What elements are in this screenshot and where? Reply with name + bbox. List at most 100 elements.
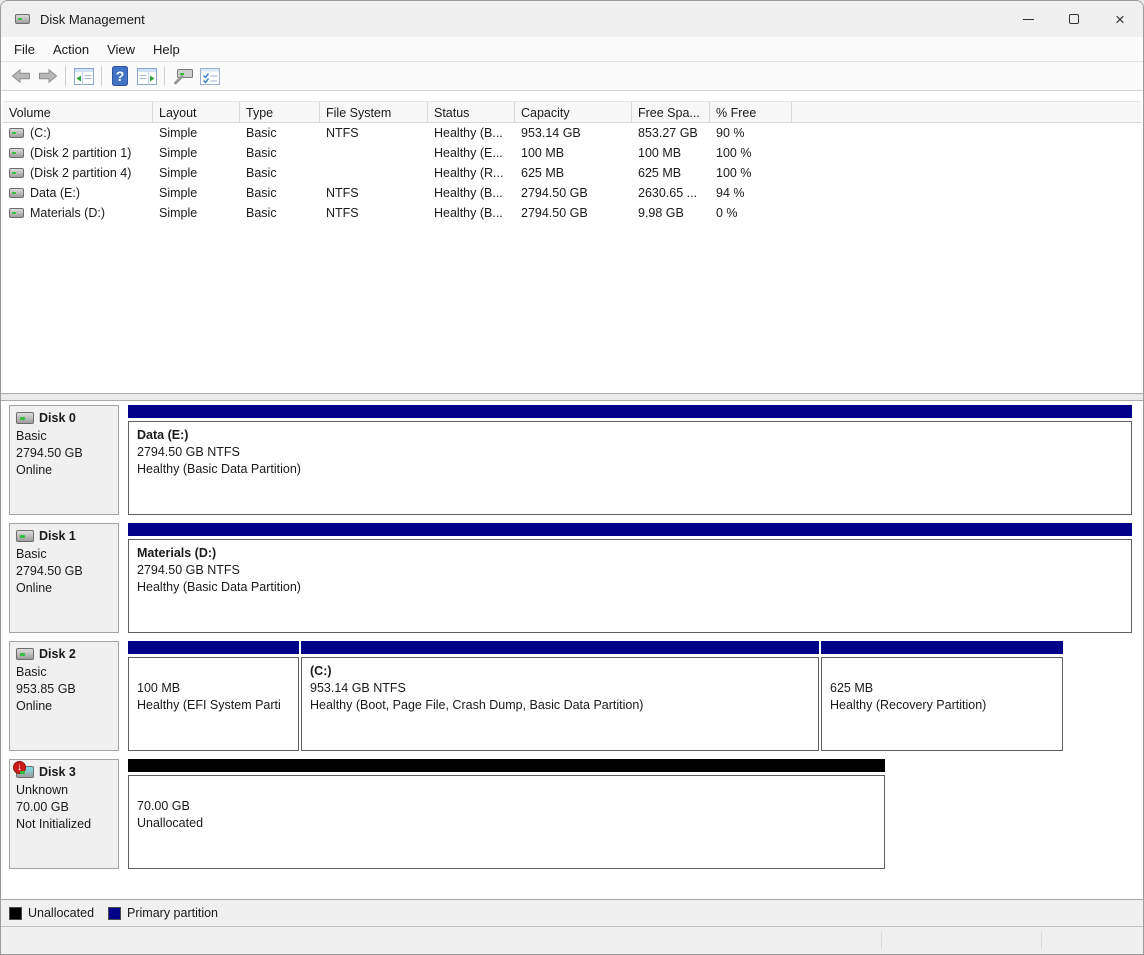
- pane-splitter[interactable]: [1, 393, 1143, 401]
- volume-icon: [9, 208, 24, 218]
- volume-status: Healthy (B...: [428, 206, 515, 220]
- disk-status: Online: [16, 698, 112, 715]
- column-header-free-space[interactable]: Free Spa...: [632, 102, 710, 122]
- app-disk-icon: [15, 14, 30, 24]
- column-header-type[interactable]: Type: [240, 102, 320, 122]
- column-header-pct-free[interactable]: % Free: [710, 102, 792, 122]
- partition-color-strip: [128, 641, 299, 654]
- window-title: Disk Management: [40, 12, 145, 27]
- column-header-layout[interactable]: Layout: [153, 102, 240, 122]
- legend-item-primary-partition: Primary partition: [108, 906, 218, 920]
- graphical-view-pane: Disk 0 Basic 2794.50 GB Online Data (E:)…: [1, 401, 1143, 899]
- partition-color-strip: [128, 759, 885, 772]
- partition-name: Materials (D:): [137, 545, 1123, 562]
- volume-pct-free: 100 %: [710, 166, 792, 180]
- volume-pct-free: 94 %: [710, 186, 792, 200]
- partition-efi-system[interactable]: 100 MB Healthy (EFI System Parti: [128, 641, 299, 751]
- primary-partition-swatch-icon: [108, 907, 121, 920]
- partition-name: Data (E:): [137, 427, 1123, 444]
- help-button[interactable]: ?: [106, 64, 133, 88]
- status-separator: [881, 932, 882, 949]
- disk-name: Disk 0: [39, 411, 76, 425]
- volume-capacity: 953.14 GB: [515, 126, 632, 140]
- disk-size: 953.85 GB: [16, 681, 112, 698]
- column-header-volume[interactable]: Volume: [3, 102, 153, 122]
- disk-row-3: ↓Disk 3 Unknown 70.00 GB Not Initialized…: [9, 759, 1143, 869]
- volume-capacity: 2794.50 GB: [515, 186, 632, 200]
- partition-color-strip: [301, 641, 819, 654]
- partition-color-strip: [821, 641, 1063, 654]
- volume-row[interactable]: Data (E:) Simple Basic NTFS Healthy (B..…: [3, 183, 1141, 203]
- disk-0-header[interactable]: Disk 0 Basic 2794.50 GB Online: [9, 405, 119, 515]
- close-button[interactable]: ×: [1097, 1, 1143, 37]
- volume-layout: Simple: [153, 186, 240, 200]
- menu-help[interactable]: Help: [144, 40, 189, 59]
- forward-button[interactable]: [34, 64, 61, 88]
- disk-type: Basic: [16, 664, 112, 681]
- disk-name: Disk 1: [39, 529, 76, 543]
- volume-type: Basic: [240, 126, 320, 140]
- disk-icon: [16, 648, 34, 660]
- volume-name: Materials (D:): [30, 206, 105, 220]
- column-header-capacity[interactable]: Capacity: [515, 102, 632, 122]
- partition-status: Healthy (Boot, Page File, Crash Dump, Ba…: [310, 697, 810, 714]
- show-action-pane-button[interactable]: [133, 64, 160, 88]
- disk-3-header[interactable]: ↓Disk 3 Unknown 70.00 GB Not Initialized: [9, 759, 119, 869]
- disk-1-header[interactable]: Disk 1 Basic 2794.50 GB Online: [9, 523, 119, 633]
- volume-file-system: NTFS: [320, 186, 428, 200]
- volume-row[interactable]: (Disk 2 partition 1) Simple Basic Health…: [3, 143, 1141, 163]
- volume-status: Healthy (B...: [428, 186, 515, 200]
- volume-layout: Simple: [153, 126, 240, 140]
- window-controls: ×: [1005, 1, 1143, 37]
- volume-free-space: 853.27 GB: [632, 126, 710, 140]
- disk-2-header[interactable]: Disk 2 Basic 953.85 GB Online: [9, 641, 119, 751]
- disk-row-0: Disk 0 Basic 2794.50 GB Online Data (E:)…: [9, 405, 1143, 515]
- show-console-tree-button[interactable]: [70, 64, 97, 88]
- disk-size: 2794.50 GB: [16, 445, 112, 462]
- volume-type: Basic: [240, 166, 320, 180]
- back-icon: [11, 68, 31, 84]
- back-button[interactable]: [7, 64, 34, 88]
- volume-type: Basic: [240, 186, 320, 200]
- menu-view[interactable]: View: [98, 40, 144, 59]
- volume-row[interactable]: Materials (D:) Simple Basic NTFS Healthy…: [3, 203, 1141, 223]
- partition-size: 2794.50 GB NTFS: [137, 562, 1123, 579]
- column-header-file-system[interactable]: File System: [320, 102, 428, 122]
- volume-row[interactable]: (Disk 2 partition 4) Simple Basic Health…: [3, 163, 1141, 183]
- volume-capacity: 2794.50 GB: [515, 206, 632, 220]
- maximize-button[interactable]: [1051, 1, 1097, 37]
- partition-name: [137, 663, 290, 680]
- partition-size: 625 MB: [830, 680, 1054, 697]
- volume-icon: [9, 188, 24, 198]
- partition-unallocated[interactable]: 70.00 GB Unallocated: [128, 759, 885, 869]
- disk-status: Online: [16, 580, 112, 597]
- partition-recovery[interactable]: 625 MB Healthy (Recovery Partition): [821, 641, 1063, 751]
- legend-label: Unallocated: [28, 906, 94, 920]
- partition-status: Healthy (Recovery Partition): [830, 697, 1054, 714]
- partition-data-e[interactable]: Data (E:) 2794.50 GB NTFS Healthy (Basic…: [128, 405, 1132, 515]
- volume-name: (Disk 2 partition 1): [30, 146, 131, 160]
- column-header-status[interactable]: Status: [428, 102, 515, 122]
- properties-checklist-icon: [200, 68, 220, 85]
- volume-row[interactable]: (C:) Simple Basic NTFS Healthy (B... 953…: [3, 123, 1141, 143]
- partition-c[interactable]: (C:) 953.14 GB NTFS Healthy (Boot, Page …: [301, 641, 819, 751]
- toolbar-separator: [164, 66, 165, 86]
- disk-type: Unknown: [16, 782, 112, 799]
- minimize-button[interactable]: [1005, 1, 1051, 37]
- legend-label: Primary partition: [127, 906, 218, 920]
- menu-file[interactable]: File: [5, 40, 44, 59]
- volume-status: Healthy (B...: [428, 126, 515, 140]
- volume-list-pane: Volume Layout Type File System Status Ca…: [1, 91, 1143, 393]
- volume-icon: [9, 168, 24, 178]
- svg-text:?: ?: [115, 68, 124, 84]
- menu-action[interactable]: Action: [44, 40, 98, 59]
- partition-materials-d[interactable]: Materials (D:) 2794.50 GB NTFS Healthy (…: [128, 523, 1132, 633]
- volume-pct-free: 90 %: [710, 126, 792, 140]
- properties-button[interactable]: [196, 64, 223, 88]
- disk-status: Online: [16, 462, 112, 479]
- volume-pct-free: 0 %: [710, 206, 792, 220]
- status-separator: [1041, 932, 1042, 949]
- volume-table-header: Volume Layout Type File System Status Ca…: [3, 101, 1141, 123]
- rescan-disks-button[interactable]: [169, 64, 196, 88]
- volume-free-space: 625 MB: [632, 166, 710, 180]
